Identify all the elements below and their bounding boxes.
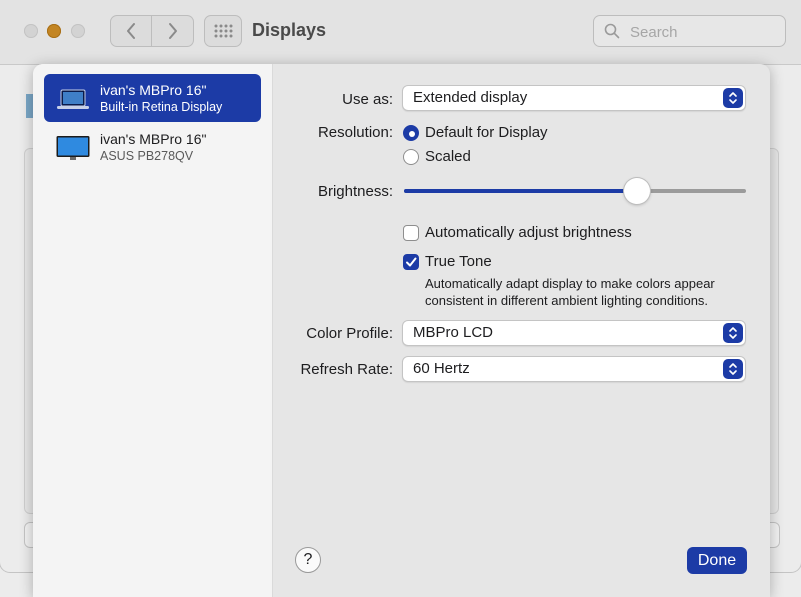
display-settings-panel: Use as: Extended display Resolution: Def… xyxy=(273,64,770,597)
display-name: ivan's MBPro 16" xyxy=(100,131,207,147)
checkbox-label: True Tone xyxy=(425,253,492,270)
monitor-icon xyxy=(56,136,90,160)
display-item-asus[interactable]: ivan's MBPro 16" ASUS PB278QV xyxy=(44,123,261,171)
color-profile-value: MBPro LCD xyxy=(413,324,494,341)
back-button[interactable] xyxy=(110,15,152,47)
laptop-icon xyxy=(57,89,89,109)
done-button[interactable]: Done xyxy=(687,547,747,574)
use-as-value: Extended display xyxy=(413,89,528,106)
close-window-button[interactable] xyxy=(24,24,38,38)
display-name: ivan's MBPro 16" xyxy=(100,82,207,98)
popup-stepper-icon xyxy=(723,323,743,343)
display-settings-sheet: ivan's MBPro 16" Built-in Retina Display… xyxy=(33,64,770,597)
window-title: Displays xyxy=(252,20,327,40)
refresh-rate-value: 60 Hertz xyxy=(413,360,470,377)
help-button[interactable]: ? xyxy=(295,547,321,573)
radio-label: Scaled xyxy=(425,148,471,165)
search-icon xyxy=(604,23,620,39)
chevron-left-icon xyxy=(127,23,135,39)
popup-stepper-icon xyxy=(723,359,743,379)
chevron-right-icon xyxy=(168,23,177,39)
display-subtitle: Built-in Retina Display xyxy=(100,100,223,114)
minimize-window-button[interactable] xyxy=(47,24,61,38)
use-as-popup[interactable]: Extended display xyxy=(402,85,746,111)
slider-fill xyxy=(404,189,637,193)
title-bar: Displays xyxy=(0,0,801,65)
show-all-button[interactable] xyxy=(204,15,242,47)
checkbox-label: Automatically adjust brightness xyxy=(425,224,632,241)
brightness-slider[interactable] xyxy=(404,178,746,204)
true-tone-description: Automatically adapt display to make colo… xyxy=(425,276,715,308)
auto-brightness-checkbox[interactable] xyxy=(403,225,419,241)
radio-button[interactable] xyxy=(403,149,419,165)
refresh-rate-label: Refresh Rate: xyxy=(300,361,393,378)
zoom-window-button[interactable] xyxy=(71,24,85,38)
color-profile-popup[interactable]: MBPro LCD xyxy=(402,320,746,346)
search-field[interactable] xyxy=(593,15,786,47)
slider-knob[interactable] xyxy=(623,178,650,204)
true-tone-checkbox[interactable] xyxy=(403,254,419,270)
forward-button[interactable] xyxy=(152,15,194,47)
display-list-sidebar: ivan's MBPro 16" Built-in Retina Display… xyxy=(33,64,273,597)
grid-icon xyxy=(214,24,233,38)
resolution-label: Resolution: xyxy=(317,124,393,141)
radio-label: Default for Display xyxy=(425,124,548,141)
brightness-label: Brightness: xyxy=(317,183,393,200)
refresh-rate-popup[interactable]: 60 Hertz xyxy=(402,356,746,382)
color-profile-label: Color Profile: xyxy=(306,325,393,342)
display-subtitle: ASUS PB278QV xyxy=(100,149,194,163)
popup-stepper-icon xyxy=(723,88,743,108)
search-input[interactable] xyxy=(628,20,782,44)
use-as-label: Use as: xyxy=(342,91,393,108)
checkmark-icon xyxy=(406,257,417,267)
display-item-built-in[interactable]: ivan's MBPro 16" Built-in Retina Display xyxy=(44,74,261,122)
radio-button[interactable] xyxy=(403,125,419,141)
